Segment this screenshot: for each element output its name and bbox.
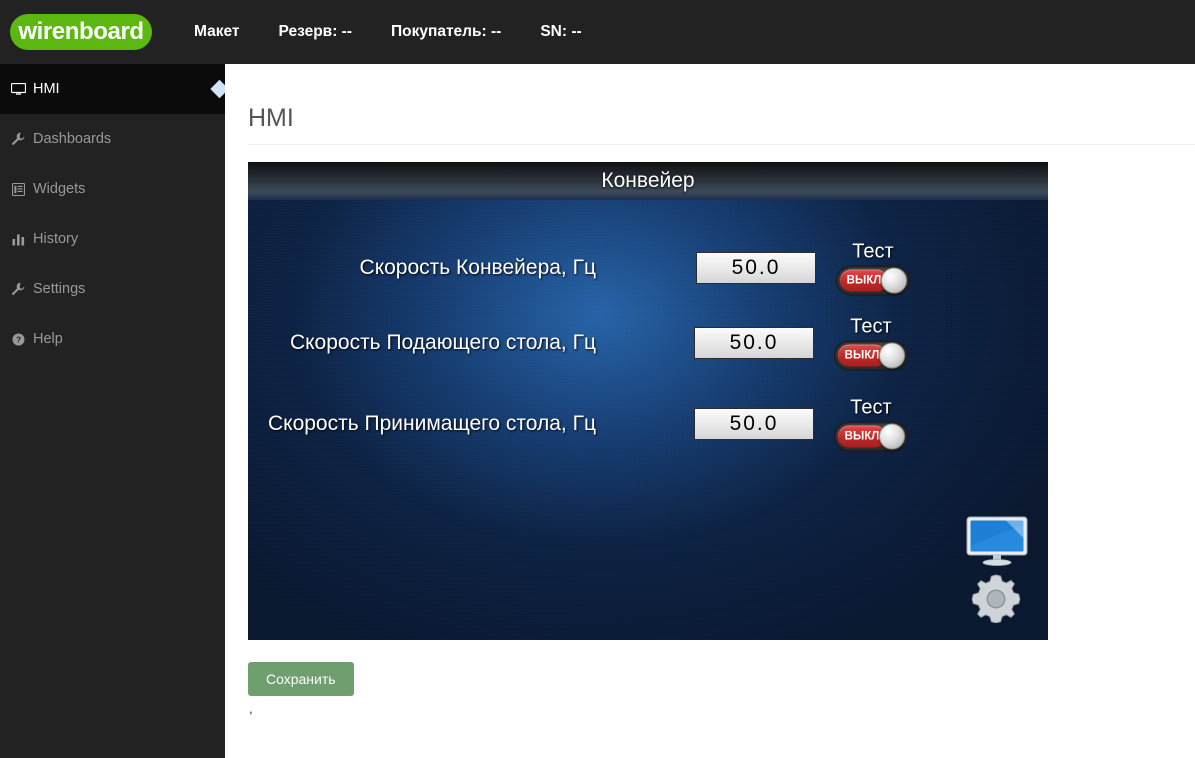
- row-label: Скорость Принимащего стола, Гц: [267, 412, 596, 435]
- test-toggle-group: Тест ВЫКЛ: [834, 397, 908, 452]
- logo-text: wirenboard: [18, 18, 144, 45]
- test-toggle-group: Тест ВЫКЛ: [834, 316, 908, 371]
- row-label: Скорость Подающего стола, Гц: [289, 331, 596, 354]
- sidebar-item-label: Help: [33, 331, 63, 347]
- sidebar-item-label: HMI: [33, 81, 60, 97]
- wrench-icon: [8, 131, 28, 147]
- sidebar: HMI Dashboards Widgets History Settings …: [0, 64, 229, 758]
- sidebar-item-label: History: [33, 231, 79, 247]
- topnav-item-reserve[interactable]: Резерв: --: [279, 23, 352, 41]
- monitor-icon: [8, 81, 28, 97]
- trailing-text: ,: [249, 701, 253, 716]
- save-button[interactable]: Сохранить: [248, 662, 354, 696]
- hmi-panel: Конвейер Скорость Конвейера, Гц 50.0 Тес…: [248, 162, 1048, 640]
- row-label: Скорость Конвейера, Гц: [359, 256, 596, 279]
- sidebar-item-hmi[interactable]: HMI: [0, 64, 229, 114]
- hmi-corner-icons: [966, 516, 1036, 628]
- speed-value-field[interactable]: 50.0: [694, 327, 814, 359]
- title-divider: [248, 144, 1195, 145]
- speed-value-field[interactable]: 50.0: [694, 408, 814, 440]
- sidebar-item-history[interactable]: History: [0, 214, 225, 264]
- question-circle-icon: ?: [8, 331, 28, 347]
- topnav-item-customer[interactable]: Покупатель: --: [391, 23, 501, 41]
- topnav-item-maket[interactable]: Макет: [194, 23, 240, 41]
- toggle-caption: Тест: [850, 396, 892, 419]
- hmi-row: Скорость Конвейера, Гц 50.0 Тест ВЫКЛ: [248, 240, 1048, 296]
- bar-chart-icon: [8, 231, 28, 247]
- sidebar-item-dashboards[interactable]: Dashboards: [0, 114, 225, 164]
- sidebar-item-widgets[interactable]: Widgets: [0, 164, 225, 214]
- monitor-icon[interactable]: [966, 516, 1036, 571]
- top-bar: wirenboard Макет Резерв: -- Покупатель: …: [0, 0, 1195, 64]
- hmi-panel-header: Конвейер: [248, 162, 1048, 200]
- toggle-knob[interactable]: [881, 267, 907, 294]
- sidebar-item-label: Dashboards: [33, 131, 112, 147]
- sidebar-item-label: Widgets: [33, 181, 86, 197]
- wrench-icon: [8, 281, 28, 297]
- sidebar-item-settings[interactable]: Settings: [0, 264, 225, 314]
- test-toggle-group: Тест ВЫКЛ: [836, 241, 910, 296]
- test-toggle-switch[interactable]: ВЫКЛ: [836, 265, 910, 296]
- test-toggle-switch[interactable]: ВЫКЛ: [834, 340, 908, 371]
- toggle-caption: Тест: [852, 240, 894, 263]
- main-content: HMI Конвейер Скорость Конвейера, Гц 50.0…: [225, 64, 1195, 758]
- sidebar-item-label: Settings: [33, 281, 86, 297]
- top-nav: Макет Резерв: -- Покупатель: -- SN: --: [194, 23, 621, 41]
- test-toggle-switch[interactable]: ВЫКЛ: [834, 421, 908, 452]
- hmi-row: Скорость Принимащего стола, Гц 50.0 Тест…: [248, 396, 1048, 452]
- toggle-knob[interactable]: [879, 423, 905, 450]
- svg-text:?: ?: [15, 334, 20, 344]
- wirenboard-logo[interactable]: wirenboard: [10, 14, 152, 50]
- gear-icon[interactable]: [966, 571, 1036, 628]
- sidebar-item-help[interactable]: ? Help: [0, 314, 225, 364]
- toggle-caption: Тест: [850, 315, 892, 338]
- speed-value-field[interactable]: 50.0: [696, 252, 816, 284]
- hmi-panel-title: Конвейер: [601, 169, 695, 192]
- page-title: HMI: [248, 104, 294, 132]
- list-icon: [8, 181, 28, 197]
- hmi-row: Скорость Подающего стола, Гц 50.0 Тест В…: [248, 315, 1048, 371]
- toggle-knob[interactable]: [879, 342, 905, 369]
- topnav-item-sn[interactable]: SN: --: [540, 23, 581, 41]
